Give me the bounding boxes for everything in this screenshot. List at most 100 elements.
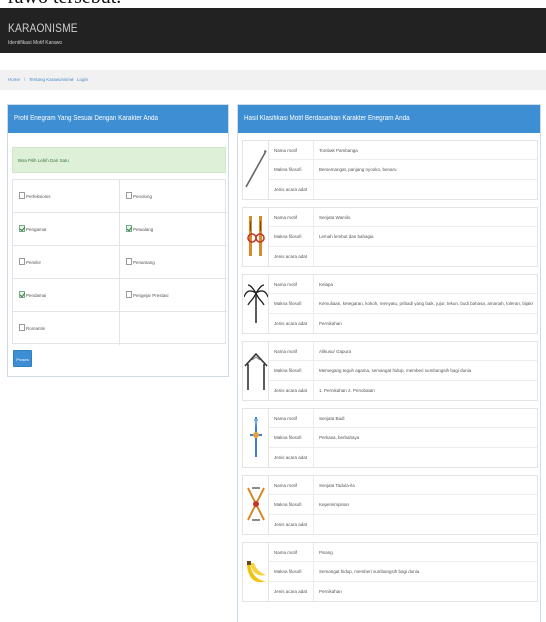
breadcrumb-home[interactable]: Home xyxy=(8,77,20,82)
option-cell[interactable]: Pendamai xyxy=(13,279,120,312)
motif-row-meaning: Makna filosofi Kepemimpinan xyxy=(269,495,537,515)
motif-card: Nama motif Kelapa Makna filosofi Kemuliaan,… xyxy=(242,274,538,334)
motif-value-name: Kelapa xyxy=(319,282,334,287)
breadcrumb-login[interactable]: Login xyxy=(77,77,88,82)
motif-key-name: Nama motif xyxy=(274,282,298,287)
app-subtitle: Identifikasi Motif Karawo xyxy=(8,40,63,46)
option-cell[interactable]: Pengejar Prestasi xyxy=(120,279,227,312)
motif-card: Nama motif Senjata Tadula-ila Makna filoso… xyxy=(242,475,538,535)
option-cell[interactable]: Pengamat xyxy=(13,213,120,246)
option-cell[interactable]: Perfeksionis xyxy=(13,180,120,213)
column-divider xyxy=(313,208,314,227)
motif-key-type: Jenis acara adat xyxy=(274,521,308,527)
option-label: Petualang xyxy=(133,227,154,232)
motif-value-meaning: Memegang teguh agama, semangat hidup, me… xyxy=(319,368,472,374)
breadcrumb-about[interactable]: Tentang Karawonisme xyxy=(29,77,74,82)
motif-key-type: Jenis acara adat xyxy=(274,588,308,594)
motif-value-meaning: Kepemimpinan xyxy=(319,502,350,508)
motif-key-meaning: Makna filosofi xyxy=(274,435,302,441)
motif-row-type: Jenis acara adat 1. Pernikahan 2. Penobat… xyxy=(269,380,537,400)
column-divider xyxy=(313,227,314,246)
motif-key-name: Nama motif xyxy=(274,148,298,153)
motif-row-type: Jenis acara adat xyxy=(269,246,537,266)
column-divider xyxy=(313,514,314,534)
motif-value-name: Alikusu/ Gapura xyxy=(319,349,352,354)
motif-value-name: Senjata Wamilo xyxy=(319,215,351,220)
option-label: Perfeksionis xyxy=(26,194,51,199)
motif-card: Nama motif Senjata Wamilo Makna filosofi Le… xyxy=(242,207,538,267)
proses-button-label: Proses xyxy=(16,357,29,362)
motif-key-type: Jenis acara adat xyxy=(274,186,308,192)
checkbox-pengamat[interactable] xyxy=(19,225,25,232)
motif-value-meaning: Bersemangat, panjang nyonko, benaru xyxy=(319,167,397,173)
motif-row-type: Jenis acara adat Pernikahan xyxy=(269,581,537,601)
column-divider xyxy=(313,361,314,380)
column-divider xyxy=(313,495,314,514)
motif-value-meaning: Lemah lembut dan bahagia xyxy=(319,234,374,240)
app-title[interactable]: KARAONISME xyxy=(8,21,78,35)
column-divider xyxy=(313,160,314,179)
checkbox-perfeksionis[interactable] xyxy=(19,192,25,199)
column-divider xyxy=(313,428,314,447)
motif-row-meaning: Makna filosofi Perkasa, berbahaya xyxy=(269,428,537,448)
proses-button[interactable]: Proses xyxy=(13,350,32,367)
motif-key-name: Nama motif xyxy=(274,416,298,421)
senjata-motif-icon xyxy=(243,208,269,266)
motif-key-meaning: Makna filosofi xyxy=(274,368,302,374)
motif-row-meaning: Makna filosofi Bersemangat, panjang nyonk… xyxy=(269,160,537,180)
option-label: Pendamai xyxy=(26,293,47,298)
motif-key-type: Jenis acara adat xyxy=(274,253,308,259)
breadcrumb-separator: / xyxy=(72,77,74,82)
option-label: Pemikir xyxy=(26,260,42,265)
option-label: Romantis xyxy=(26,326,46,331)
option-cell[interactable]: Penantang xyxy=(120,246,227,279)
column-divider xyxy=(313,447,314,467)
option-label: Penantang xyxy=(133,260,155,265)
column-divider xyxy=(313,342,314,361)
checkbox-penantang[interactable] xyxy=(126,258,132,265)
motif-row-meaning: Makna filosofi Semangat hidup, memberi su… xyxy=(269,562,537,582)
column-divider xyxy=(313,581,314,601)
checkbox-penolong[interactable] xyxy=(126,192,132,199)
column-divider xyxy=(313,562,314,581)
senjata-badi-motif-icon xyxy=(243,409,269,467)
motif-value-name: Tombak Pambanga xyxy=(319,148,358,153)
info-alert: Bisa Pilih Lebih Dari Satu xyxy=(12,147,226,173)
motif-card: Nama motif Alikusu/ Gapura Makna filosofi M… xyxy=(242,341,538,401)
panel-header: Hasil Klasifikasi Motif Berdasarkan Kara… xyxy=(238,105,540,133)
column-divider xyxy=(313,246,314,266)
motif-key-meaning: Makna filosofi xyxy=(274,167,302,173)
option-label: Pengamat xyxy=(26,227,47,232)
checkbox-pendamai[interactable] xyxy=(19,291,25,298)
pisang-motif-icon xyxy=(243,543,269,601)
checkbox-petualang[interactable] xyxy=(126,225,132,232)
option-cell[interactable]: Pemikir xyxy=(13,246,120,279)
column-divider xyxy=(313,294,314,313)
motif-row-meaning: Makna filosofi Kemuliaan, ketegaran, koko… xyxy=(269,294,537,314)
motif-key-type: Jenis acara adat xyxy=(274,454,308,460)
motif-key-meaning: Makna filosofi xyxy=(274,569,302,575)
gapura-motif-icon xyxy=(243,342,269,400)
option-cell[interactable]: Petualang xyxy=(120,213,227,246)
column-divider xyxy=(313,313,314,333)
kelapa-motif-icon xyxy=(243,275,269,333)
motif-value-meaning: Perkasa, berbahaya xyxy=(319,435,360,441)
checkbox-pemikir[interactable] xyxy=(19,258,25,265)
motif-value-type: 1. Pernikahan 2. Penobatan xyxy=(319,387,375,393)
tombak-motif-icon xyxy=(243,141,269,199)
motif-key-name: Nama motif xyxy=(274,215,298,220)
top-navbar: KARAONISME Identifikasi Motif Karawo xyxy=(0,8,546,53)
checkbox-pengejar-prestasi[interactable] xyxy=(126,291,132,298)
motif-value-meaning: Semangat hidup, memberi sumbangsih bagi … xyxy=(319,569,420,575)
motif-value-name: Senjata Tadula-ila xyxy=(319,483,355,488)
motif-row-name: Nama motif Tombak Pambanga xyxy=(269,141,537,161)
motif-key-meaning: Makna filosofi xyxy=(274,234,302,240)
motif-row-name: Nama motif Senjata Badi xyxy=(269,409,537,429)
option-cell[interactable]: Romantis xyxy=(13,312,120,345)
option-cell[interactable]: Penolong xyxy=(120,180,227,213)
motif-row-type: Jenis acara adat xyxy=(269,179,537,199)
checkbox-romantis[interactable] xyxy=(19,324,25,331)
motif-row-meaning: Makna filosofi Memegang teguh agama, sema… xyxy=(269,361,537,381)
motif-card: Nama motif Pisang Makna filosofi Semangat h… xyxy=(242,542,538,602)
motif-row-name: Nama motif Senjata Wamilo xyxy=(269,208,537,228)
